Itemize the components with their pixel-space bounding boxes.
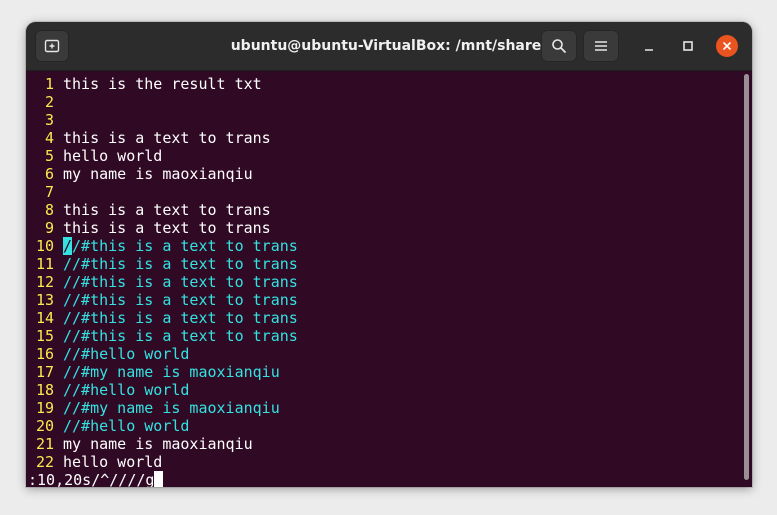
editor-line: 10 //#this is a text to trans — [26, 237, 298, 255]
line-number: 8 — [44, 201, 54, 219]
maximize-icon — [683, 41, 693, 51]
editor-line: 7 — [26, 183, 63, 201]
line-number: 11 — [35, 255, 54, 273]
editor-line: 22 hello world — [26, 453, 162, 471]
hamburger-menu-icon — [595, 41, 607, 51]
line-text: //#this is a text to trans — [63, 255, 298, 273]
line-text: //#hello world — [63, 345, 190, 363]
line-number: 17 — [35, 363, 54, 381]
line-number: 12 — [35, 273, 54, 291]
window-title: ubuntu@ubuntu-VirtualBox: /mnt/share — [230, 38, 542, 54]
line-number: 5 — [44, 147, 54, 165]
editor-line: 8 this is a text to trans — [26, 201, 271, 219]
line-text: this is a text to trans — [63, 129, 271, 147]
title-bar[interactable]: ubuntu@ubuntu-VirtualBox: /mnt/share — [26, 22, 752, 71]
line-number: 19 — [35, 399, 54, 417]
line-number: 21 — [35, 435, 54, 453]
line-text: //#my name is maoxianqiu — [63, 363, 280, 381]
menu-button[interactable] — [583, 30, 619, 62]
editor-line: 4 this is a text to trans — [26, 129, 271, 147]
line-number: 7 — [44, 183, 54, 201]
line-text: //#hello world — [63, 381, 190, 399]
line-number: 15 — [35, 327, 54, 345]
line-number: 3 — [44, 111, 54, 129]
search-button[interactable] — [541, 30, 577, 62]
desktop-background: ubuntu@ubuntu-VirtualBox: /mnt/share 1 t… — [0, 0, 777, 515]
editor-line: 17 //#my name is maoxianqiu — [26, 363, 280, 381]
minimize-icon — [645, 49, 653, 51]
editor-line: 16 //#hello world — [26, 345, 190, 363]
editor-line: 13 //#this is a text to trans — [26, 291, 298, 309]
editor-line: 11 //#this is a text to trans — [26, 255, 298, 273]
editor-line: 21 my name is maoxianqiu — [26, 435, 253, 453]
line-text: my name is maoxianqiu — [63, 435, 253, 453]
line-number: 22 — [35, 453, 54, 471]
editor-line: 18 //#hello world — [26, 381, 190, 399]
line-text: this is a text to trans — [63, 219, 271, 237]
line-text: this is the result txt — [63, 75, 262, 93]
line-text: //#this is a text to trans — [63, 273, 298, 291]
vim-editor-area[interactable]: 1 this is the result txt 2 3 4 this is a text… — [26, 70, 742, 487]
line-text: hello world — [63, 147, 163, 165]
minimize-button[interactable] — [639, 36, 659, 56]
editor-line: 20 //#hello world — [26, 417, 190, 435]
close-button[interactable] — [716, 35, 738, 57]
line-number: 13 — [35, 291, 54, 309]
new-tab-icon — [44, 39, 60, 53]
line-text: //#this is a text to trans — [63, 309, 298, 327]
maximize-button[interactable] — [678, 36, 698, 56]
line-number: 14 — [35, 309, 54, 327]
line-number: 16 — [35, 345, 54, 363]
terminal-window: ubuntu@ubuntu-VirtualBox: /mnt/share 1 t… — [26, 22, 752, 487]
editor-line: 2 — [26, 93, 63, 111]
editor-line: 3 — [26, 111, 63, 129]
editor-line: 14 //#this is a text to trans — [26, 309, 298, 327]
line-text: //#my name is maoxianqiu — [63, 399, 280, 417]
new-tab-button[interactable] — [35, 30, 69, 62]
line-text: //#hello world — [63, 417, 190, 435]
command-cursor — [154, 471, 164, 487]
command-line[interactable]: :10,20s/^////g — [28, 471, 164, 487]
editor-line: 6 my name is maoxianqiu — [26, 165, 253, 183]
editor-line: 15 //#this is a text to trans — [26, 327, 298, 345]
line-number: 4 — [44, 129, 54, 147]
line-number: 2 — [44, 93, 54, 111]
line-number: 20 — [35, 417, 54, 435]
line-text: //#this is a text to trans — [63, 291, 298, 309]
command-text: :10,20s/^////g — [28, 471, 155, 487]
editor-line: 12 //#this is a text to trans — [26, 273, 298, 291]
editor-line: 5 hello world — [26, 147, 162, 165]
line-number: 18 — [35, 381, 54, 399]
line-text: this is a text to trans — [63, 201, 271, 219]
line-number: 9 — [44, 219, 54, 237]
line-text: //#this is a text to trans — [63, 237, 298, 255]
line-number: 1 — [44, 75, 54, 93]
line-text: hello world — [63, 453, 163, 471]
editor-line: 19 //#my name is maoxianqiu — [26, 399, 280, 417]
editor-line: 1 this is the result txt — [26, 75, 262, 93]
search-icon — [552, 39, 566, 53]
text-cursor: / — [63, 237, 73, 255]
line-text: //#this is a text to trans — [63, 327, 298, 345]
line-text: my name is maoxianqiu — [63, 165, 253, 183]
scrollbar-thumb[interactable] — [744, 74, 749, 480]
scrollbar[interactable] — [742, 70, 752, 487]
close-icon — [722, 41, 732, 51]
line-number: 6 — [44, 165, 54, 183]
line-number: 10 — [35, 237, 54, 255]
editor-line: 9 this is a text to trans — [26, 219, 271, 237]
